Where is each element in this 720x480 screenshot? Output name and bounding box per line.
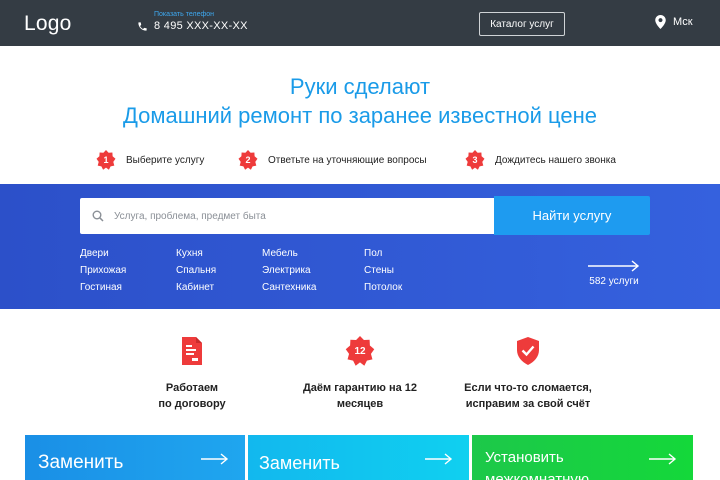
card-title: Заменить [38, 452, 124, 473]
top-header: Logo Показать телефон 8 495 XXX-XX-XX Ка… [0, 0, 720, 46]
category-link-ceiling[interactable]: Потолок [364, 282, 402, 294]
hero-title-line2: Домашний ремонт по заранее известной цен… [122, 103, 598, 128]
all-services-link[interactable]: 582 услуги [588, 260, 640, 287]
phone-block[interactable]: 8 495 XXX-XX-XX [137, 20, 248, 32]
category-link-hallway[interactable]: Прихожая [80, 265, 126, 277]
shield-check-icon [514, 336, 542, 366]
step-number: 1 [103, 155, 109, 165]
category-column: Мебель Электрика Сантехника [262, 248, 317, 294]
guarantee-badge-icon: 12 [345, 336, 375, 366]
category-link-bedroom[interactable]: Спальня [176, 265, 216, 277]
step-3: 3 Дождитесь нашего звонка [465, 150, 616, 170]
step-number: 2 [245, 155, 251, 165]
show-phone-link[interactable]: Показать телефон [154, 11, 214, 18]
catalog-button[interactable]: Каталог услуг [479, 12, 565, 36]
category-link-plumbing[interactable]: Сантехника [262, 282, 317, 294]
city-selector[interactable]: Мск [655, 15, 693, 29]
feature-text: Работаем по договору [158, 382, 226, 410]
hero-title: Руки сделают Домашний ремонт по заранее … [0, 72, 720, 130]
category-link-furniture[interactable]: Мебель [262, 248, 317, 260]
category-link-study[interactable]: Кабинет [176, 282, 216, 294]
card-title: Установить межкомнатную [485, 449, 590, 480]
category-link-walls[interactable]: Стены [364, 265, 402, 277]
search-icon [92, 210, 104, 222]
guarantee-months: 12 [354, 345, 366, 357]
logo[interactable]: Logo [24, 12, 72, 36]
step-label: Выберите услугу [126, 154, 205, 166]
search-box [80, 198, 494, 234]
step-number-badge-icon: 3 [465, 150, 485, 170]
step-label: Дождитесь нашего звонка [495, 154, 616, 166]
feature-repair-free: Если что-то сломается, исправим за свой … [428, 336, 628, 412]
feature-text: Если что-то сломается, исправим за свой … [464, 382, 592, 410]
category-column: Кухня Спальня Кабинет [176, 248, 216, 294]
category-link-kitchen[interactable]: Кухня [176, 248, 216, 260]
step-number: 3 [472, 155, 478, 165]
search-section: Найти услугу Двери Прихожая Гостиная Кух… [0, 184, 720, 309]
category-link-floor[interactable]: Пол [364, 248, 402, 260]
feature-text: Даём гарантию на 12 месяцев [302, 382, 418, 410]
service-card-replace-2[interactable]: Заменить [248, 435, 469, 480]
category-column: Двери Прихожая Гостиная [80, 248, 126, 294]
category-link-electrics[interactable]: Электрика [262, 265, 317, 277]
search-input[interactable] [114, 210, 484, 222]
step-number-badge-icon: 1 [96, 150, 116, 170]
card-title: Заменить [259, 453, 340, 473]
step-2: 2 Ответьте на уточняющие вопросы [238, 150, 427, 170]
arrow-right-icon [201, 452, 229, 470]
phone-number: 8 495 XXX-XX-XX [154, 20, 248, 32]
arrow-right-icon [588, 260, 640, 272]
category-column: Пол Стены Потолок [364, 248, 402, 294]
step-1: 1 Выберите услугу [96, 150, 204, 170]
location-pin-icon [655, 15, 666, 29]
city-label: Мск [673, 16, 693, 28]
services-count: 582 услуги [589, 276, 639, 287]
step-number-badge-icon: 2 [238, 150, 258, 170]
category-link-living-room[interactable]: Гостиная [80, 282, 126, 294]
phone-icon [137, 21, 148, 32]
steps-row: 1 Выберите услугу 2 Ответьте на уточняющ… [0, 150, 720, 172]
arrow-right-icon [649, 452, 677, 470]
contract-icon [178, 336, 206, 366]
find-service-button[interactable]: Найти услугу [494, 196, 650, 235]
category-link-doors[interactable]: Двери [80, 248, 126, 260]
hero-title-line1: Руки сделают [289, 74, 431, 99]
step-label: Ответьте на уточняющие вопросы [268, 154, 427, 166]
service-card-install[interactable]: Установить межкомнатную [472, 435, 693, 480]
arrow-right-icon [425, 452, 453, 470]
service-card-replace[interactable]: Заменить [25, 435, 245, 480]
